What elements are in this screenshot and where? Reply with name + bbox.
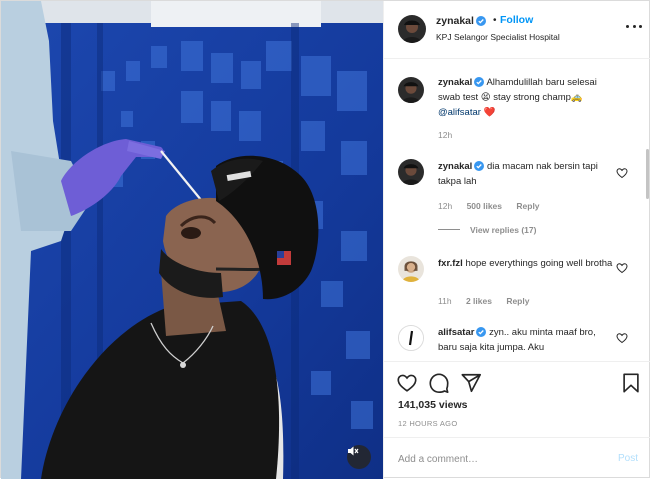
comment-avatar[interactable]	[398, 325, 424, 351]
heart-icon[interactable]	[396, 372, 418, 394]
verified-badge-icon	[475, 16, 486, 26]
post-header: zynakal • Follow KPJ Selangor Specialist…	[384, 1, 650, 59]
comment-meta: 12h 500 likes Reply	[438, 201, 552, 211]
comment-text: fxr.fzl hope everythings going well brot…	[438, 256, 616, 271]
comment-icon[interactable]	[428, 372, 450, 394]
author-username[interactable]: zynakal	[436, 15, 486, 27]
comment-avatar[interactable]	[398, 159, 424, 185]
post-actions: 141,035 views 12 HOURS AGO	[384, 361, 650, 437]
view-count[interactable]: 141,035 views	[398, 399, 467, 411]
comment-likes[interactable]: 2 likes	[466, 296, 492, 306]
comment-likes[interactable]: 500 likes	[467, 201, 502, 211]
comment-time[interactable]: 12h	[438, 201, 452, 211]
comment-username[interactable]: zynakal	[438, 161, 472, 172]
heart-emoji: ❤️	[483, 107, 496, 118]
view-replies-line	[438, 229, 460, 230]
comment-username[interactable]: fxr.fzl	[438, 258, 463, 269]
paper-plane-icon[interactable]	[460, 372, 482, 394]
instagram-post: zynakal • Follow KPJ Selangor Specialist…	[0, 0, 650, 479]
more-options-icon[interactable]	[626, 21, 642, 31]
reply-button[interactable]: Reply	[506, 296, 529, 306]
post-side-panel: zynakal • Follow KPJ Selangor Specialist…	[383, 1, 650, 479]
comment-body: hope everythings going well brotha	[465, 258, 613, 269]
verified-badge-icon	[476, 327, 487, 337]
comment-time[interactable]: 12h	[438, 130, 452, 140]
caption-text: zynakal Alhamdulillah baru selesai swab …	[438, 75, 616, 120]
post-video[interactable]	[1, 1, 383, 479]
comments-list[interactable]: zynakal Alhamdulillah baru selesai swab …	[384, 59, 650, 361]
comment-time[interactable]: 11h	[438, 296, 452, 306]
view-replies-button[interactable]: View replies (17)	[438, 225, 536, 235]
mention-link[interactable]: @alifsatar	[438, 107, 481, 118]
follow-button[interactable]: Follow	[500, 14, 533, 26]
verified-badge-icon	[474, 161, 485, 171]
comments-scrollbar[interactable]	[646, 149, 649, 199]
video-frame	[1, 1, 383, 479]
post-location[interactable]: KPJ Selangor Specialist Hospital	[436, 32, 560, 42]
add-comment-bar: Post	[384, 437, 650, 479]
comment-meta: 12h	[438, 130, 464, 140]
comment-meta: 11h 2 likes Reply	[438, 296, 541, 306]
speaker-muted-icon	[348, 446, 359, 456]
comment-avatar[interactable]	[398, 256, 424, 282]
author-avatar[interactable]	[398, 15, 426, 43]
comment-input[interactable]	[398, 450, 598, 468]
mute-button[interactable]	[347, 445, 371, 469]
reply-button[interactable]: Reply	[516, 201, 539, 211]
post-comment-button[interactable]: Post	[618, 453, 638, 464]
bookmark-icon[interactable]	[620, 372, 642, 394]
comment-avatar[interactable]	[398, 77, 424, 103]
separator-dot: •	[493, 15, 497, 26]
comment-text: alifsatar zyn.. aku minta maaf bro, baru…	[438, 325, 616, 355]
comment-like-heart-icon[interactable]	[616, 167, 628, 179]
comment-like-heart-icon[interactable]	[616, 262, 628, 274]
verified-badge-icon	[474, 77, 485, 87]
comment-username[interactable]: zynakal	[438, 77, 472, 88]
comment-username[interactable]: alifsatar	[438, 327, 474, 338]
comment-text: zynakal dia macam nak bersin tapi takpa …	[438, 159, 616, 189]
post-timestamp[interactable]: 12 HOURS AGO	[398, 419, 457, 428]
comment-like-heart-icon[interactable]	[616, 332, 628, 344]
